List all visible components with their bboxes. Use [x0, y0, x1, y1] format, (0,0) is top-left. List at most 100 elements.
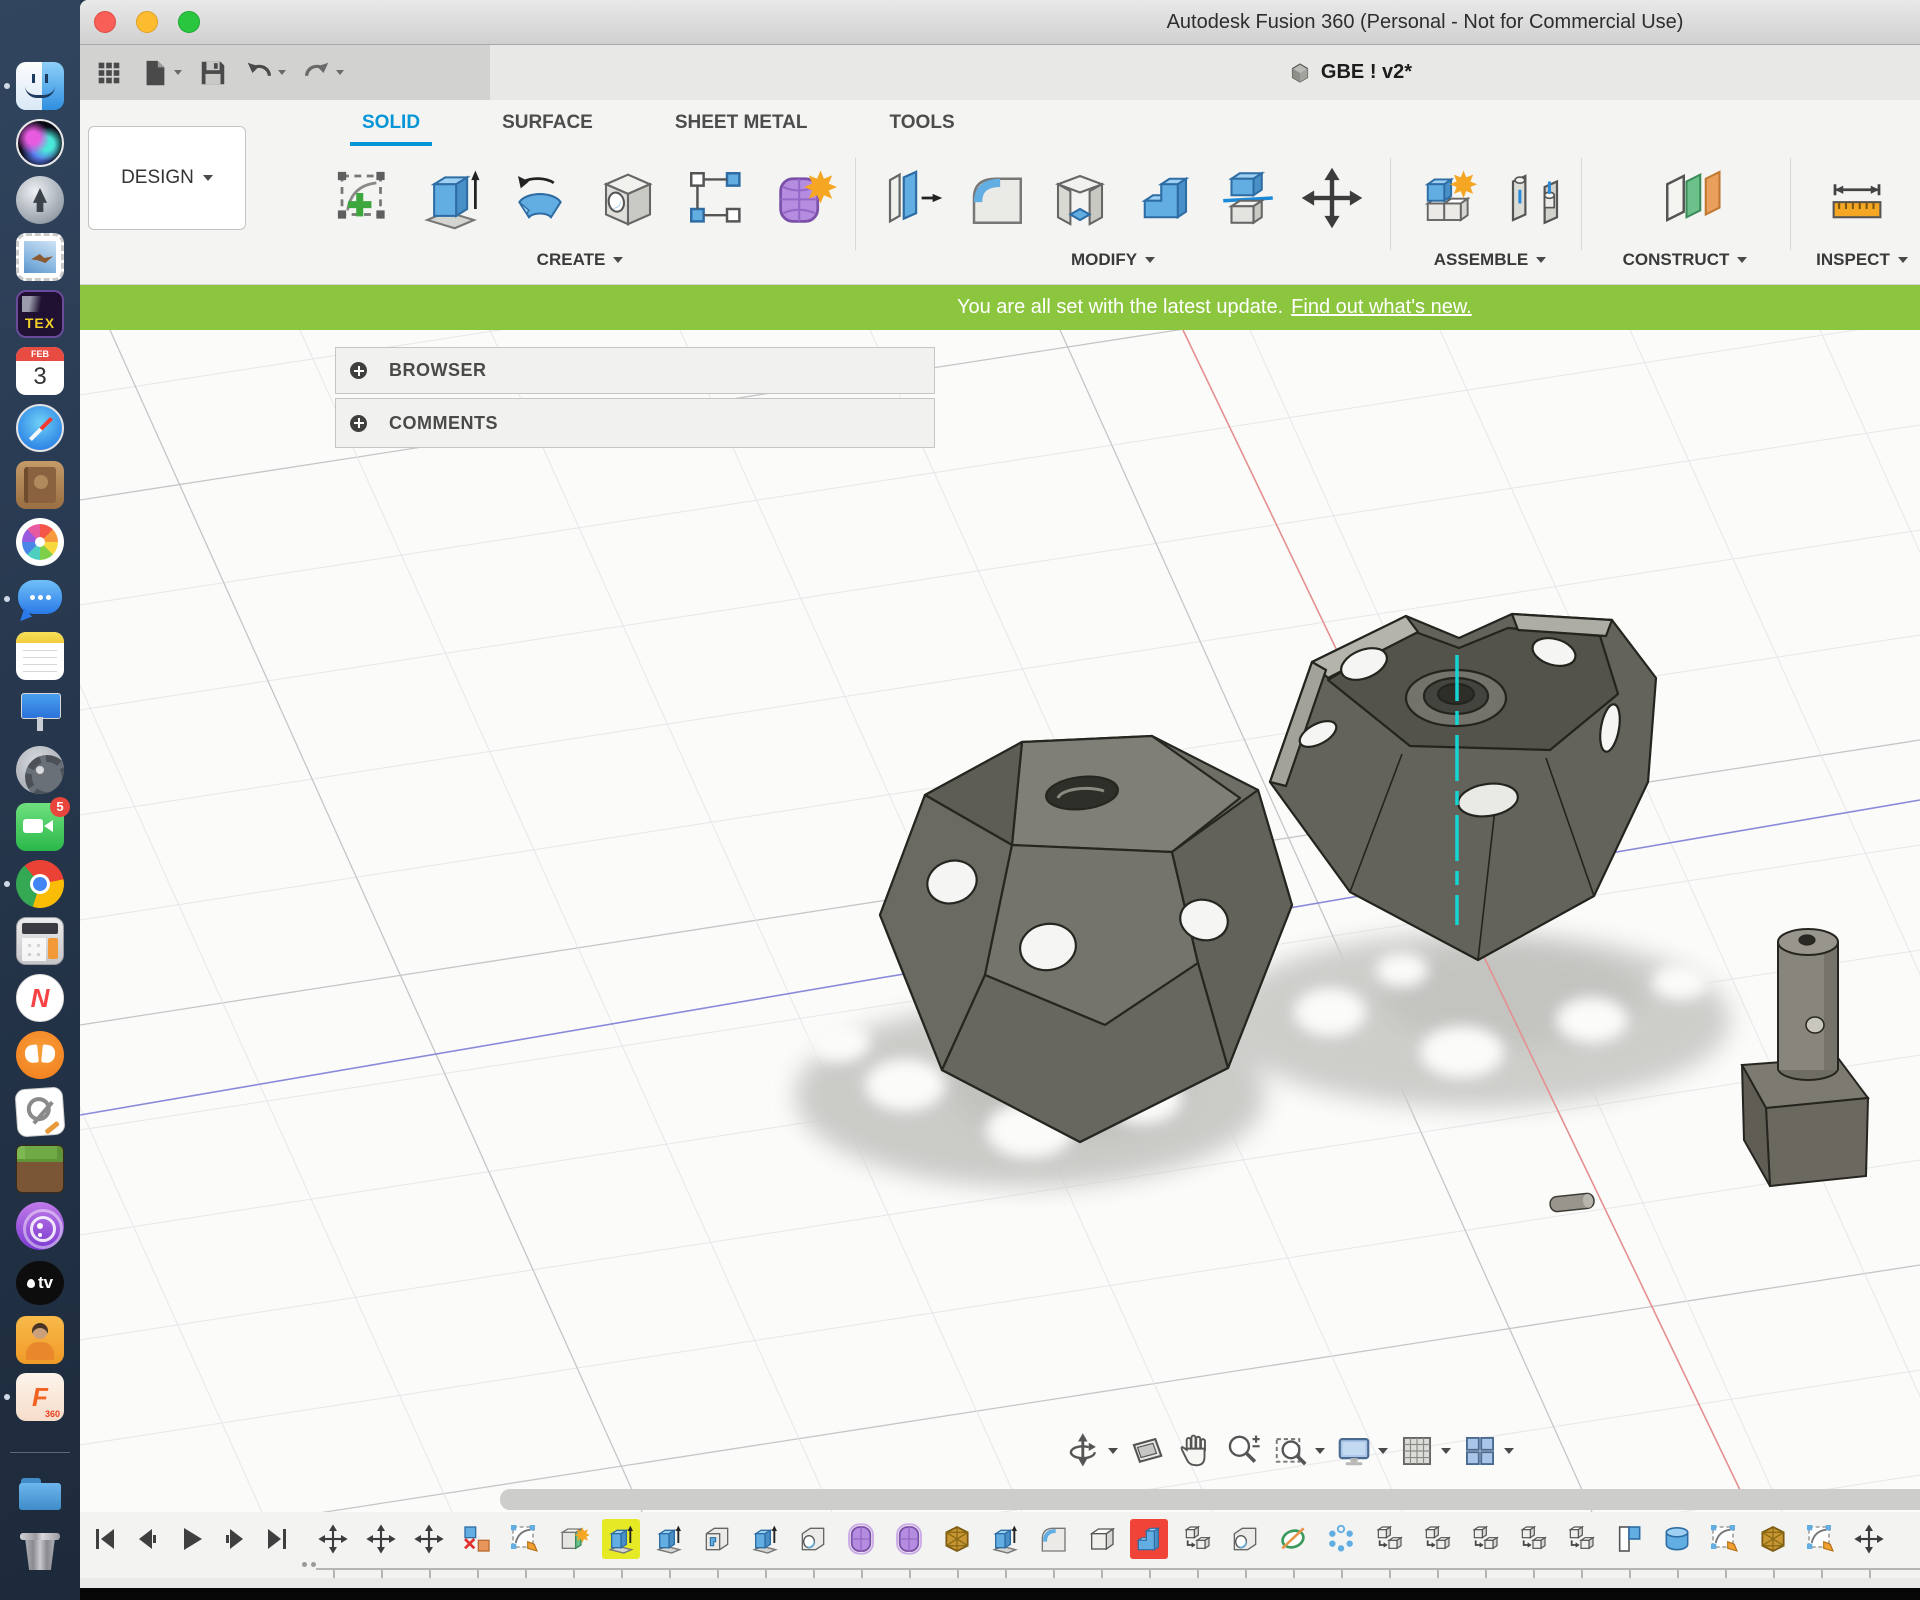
nav-viewports[interactable]: [1461, 1432, 1514, 1470]
playback-play[interactable]: [176, 1524, 206, 1559]
file-button[interactable]: [140, 58, 182, 88]
timeline-item-move[interactable]: [362, 1519, 400, 1559]
document-tab[interactable]: GBE ! v2*: [1200, 45, 1500, 100]
tool-measure[interactable]: [1813, 152, 1901, 244]
create-menu[interactable]: CREATE: [500, 250, 660, 270]
dock-item-launchpad[interactable]: [16, 176, 64, 224]
playback-step-forward[interactable]: [219, 1524, 249, 1559]
nav-orbit[interactable]: [1065, 1432, 1118, 1470]
timeline-item-form[interactable]: [842, 1519, 880, 1559]
timeline-item-move[interactable]: [1850, 1519, 1888, 1559]
timeline-item-extrude[interactable]: [602, 1519, 640, 1559]
dock-item-photos[interactable]: [16, 518, 64, 566]
dock-item-siri[interactable]: [16, 119, 64, 167]
timeline-item-form[interactable]: [890, 1519, 928, 1559]
timeline-item-circular-pattern[interactable]: [1322, 1519, 1360, 1559]
timeline-item-copy-body[interactable]: [1418, 1519, 1456, 1559]
app-grid-button[interactable]: [94, 58, 124, 88]
dock-item-minecraft[interactable]: [16, 1145, 64, 1193]
timeline-item-copy-body[interactable]: [1514, 1519, 1552, 1559]
expand-icon[interactable]: [350, 415, 367, 432]
dock-item-news[interactable]: N: [16, 974, 64, 1022]
tab-solid[interactable]: SOLID: [350, 106, 432, 146]
timeline-item-hole[interactable]: [1226, 1519, 1264, 1559]
dock-item-podcasts[interactable]: [16, 1202, 64, 1250]
dock-item-finder[interactable]: [16, 62, 64, 110]
dock-item-keynote[interactable]: [16, 689, 64, 737]
dodecahedron-shell-right[interactable]: [1270, 614, 1656, 960]
tool-split-body[interactable]: [1206, 152, 1290, 244]
timeline-item-cage-box[interactable]: [938, 1519, 976, 1559]
tool-extrude[interactable]: [408, 152, 496, 244]
dock-item-safari[interactable]: [16, 404, 64, 452]
timeline-item-split-face[interactable]: [1274, 1519, 1312, 1559]
dock-item-messages[interactable]: [16, 575, 64, 623]
timeline-item-sketch[interactable]: [506, 1519, 544, 1559]
dock-item-chrome[interactable]: [16, 860, 64, 908]
minimize-button[interactable]: [136, 11, 158, 33]
tool-combine[interactable]: [1122, 152, 1206, 244]
dock-item-books[interactable]: [16, 1031, 64, 1079]
horizontal-scrollbar[interactable]: [500, 1489, 1920, 1510]
timeline-item-copy-body[interactable]: [1466, 1519, 1504, 1559]
tool-create-form[interactable]: [760, 152, 848, 244]
nav-look-at[interactable]: [1128, 1432, 1166, 1470]
modify-menu[interactable]: MODIFY: [1033, 250, 1193, 270]
timeline-scroll-area[interactable]: [80, 1578, 1920, 1588]
undo-button[interactable]: [244, 58, 286, 88]
timeline-item-sketch[interactable]: [1802, 1519, 1840, 1559]
timeline-item-combine[interactable]: [1130, 1519, 1168, 1559]
dock-item-calculator[interactable]: [16, 917, 64, 965]
tool-press-pull[interactable]: [870, 152, 954, 244]
nav-grid-and-snaps[interactable]: [1398, 1432, 1451, 1470]
dock-item-tex[interactable]: TEX: [16, 290, 64, 338]
save-button[interactable]: [198, 58, 228, 88]
timeline-item-cage-box[interactable]: [1754, 1519, 1792, 1559]
dock-item-trash[interactable]: [16, 1526, 64, 1574]
timeline-item-copy-body[interactable]: [1178, 1519, 1216, 1559]
viewport-3d[interactable]: BROWSER COMMENTS: [80, 330, 1920, 1512]
dock-item-notes[interactable]: [16, 632, 64, 680]
browser-panel[interactable]: BROWSER: [335, 347, 935, 394]
dock-item-user-avatar[interactable]: [16, 1316, 64, 1364]
tab-sheet-metal[interactable]: SHEET METAL: [663, 106, 820, 146]
timeline-item-cylinder[interactable]: [1658, 1519, 1696, 1559]
timeline-item-fillet[interactable]: [1034, 1519, 1072, 1559]
comments-panel[interactable]: COMMENTS: [335, 398, 935, 448]
tool-joint[interactable]: [1491, 152, 1579, 244]
tool-shell[interactable]: [1038, 152, 1122, 244]
playback-go-to-start[interactable]: [90, 1524, 120, 1559]
timeline-item-extrude[interactable]: [650, 1519, 688, 1559]
dock-item-mail[interactable]: [16, 233, 64, 281]
tool-construction-plane[interactable]: [1648, 152, 1736, 244]
timeline-item-hole[interactable]: [794, 1519, 832, 1559]
tab-surface[interactable]: SURFACE: [490, 106, 605, 146]
tool-revolve[interactable]: [496, 152, 584, 244]
timeline-item-sketch[interactable]: [1706, 1519, 1744, 1559]
redo-button[interactable]: [302, 58, 344, 88]
timeline-item-section[interactable]: [1610, 1519, 1648, 1559]
timeline-item-move[interactable]: [410, 1519, 448, 1559]
timeline-item-box[interactable]: [1082, 1519, 1120, 1559]
nav-zoom-window[interactable]: [1272, 1432, 1325, 1470]
nav-zoom[interactable]: [1224, 1432, 1262, 1470]
workspace-selector[interactable]: DESIGN: [88, 126, 246, 230]
small-rod-component[interactable]: [1549, 1193, 1594, 1213]
nav-display-settings[interactable]: [1335, 1432, 1388, 1470]
tool-hole[interactable]: [584, 152, 672, 244]
timeline-item-extrude[interactable]: [746, 1519, 784, 1559]
inspect-menu[interactable]: INSPECT: [1782, 250, 1920, 270]
dock-item-apple-tv[interactable]: tv: [16, 1259, 64, 1307]
dock-item-system-preferences[interactable]: [16, 746, 64, 794]
dock-item-contacts[interactable]: [16, 461, 64, 509]
tool-move-copy[interactable]: [1290, 152, 1374, 244]
assemble-menu[interactable]: ASSEMBLE: [1410, 250, 1570, 270]
dock-item-calendar[interactable]: FEB3: [16, 347, 64, 395]
tool-pattern[interactable]: [672, 152, 760, 244]
tab-tools[interactable]: TOOLS: [878, 106, 967, 146]
timeline-item-copy-body[interactable]: [1562, 1519, 1600, 1559]
timeline-item-move[interactable]: [314, 1519, 352, 1559]
timeline-item-delete-body[interactable]: [458, 1519, 496, 1559]
playback-step-back[interactable]: [133, 1524, 163, 1559]
close-button[interactable]: [94, 11, 116, 33]
